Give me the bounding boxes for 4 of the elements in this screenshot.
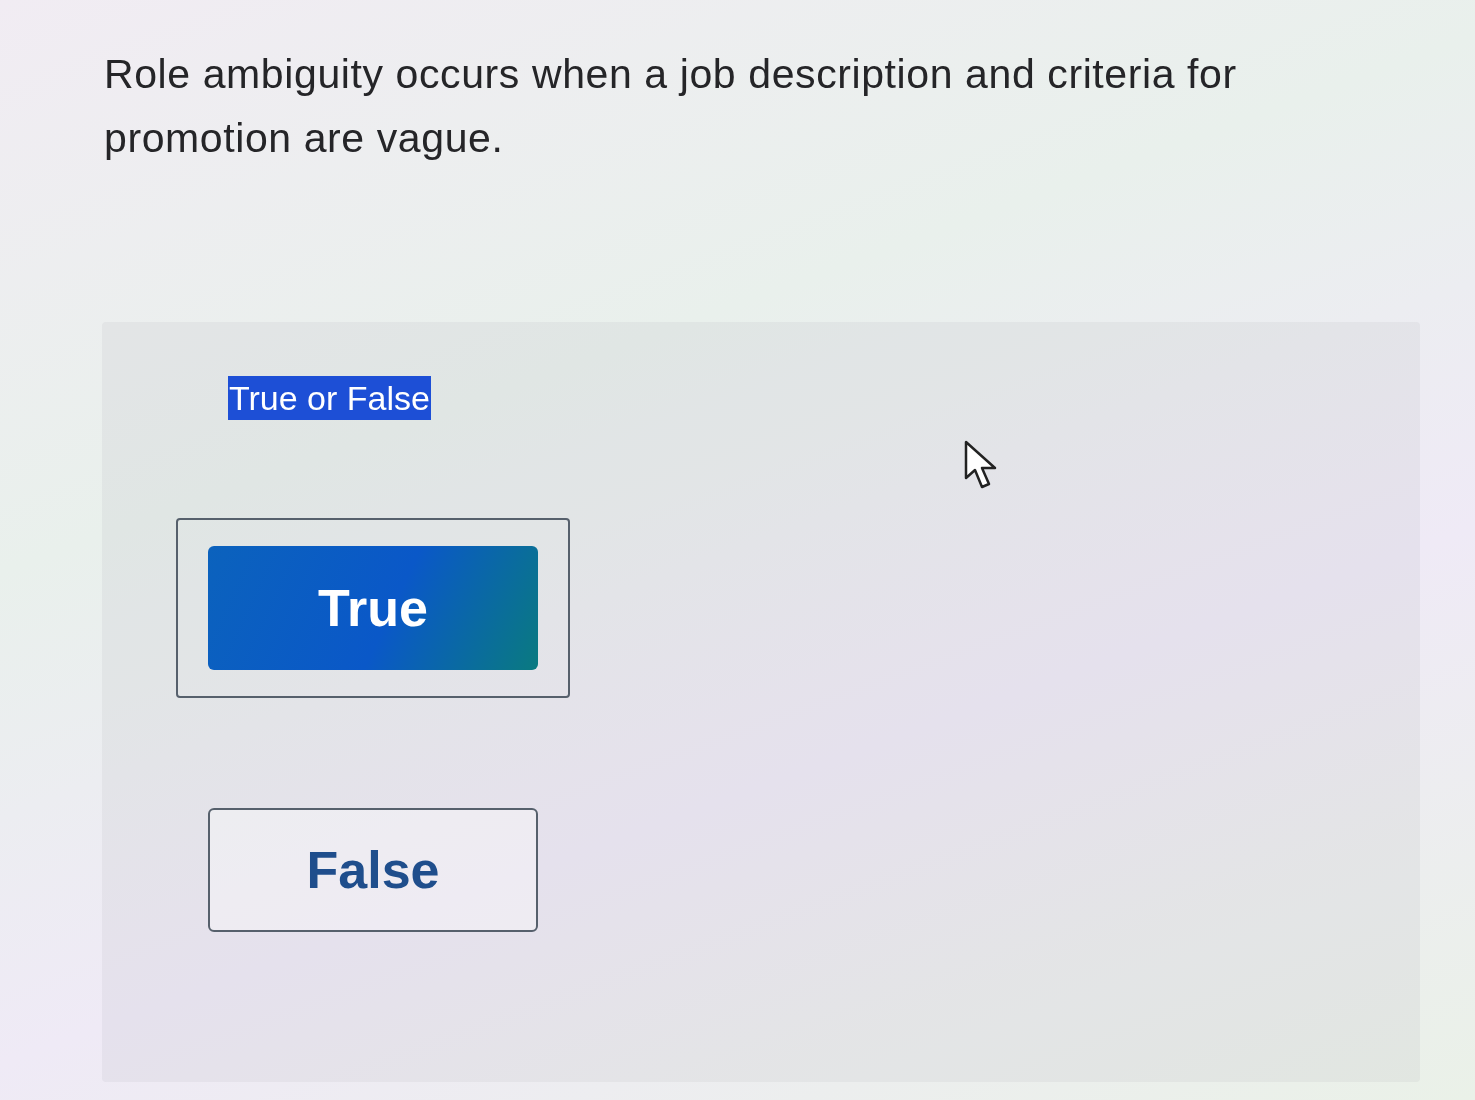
- answer-option-button[interactable]: True: [208, 546, 538, 670]
- question-text: Role ambiguity occurs when a job description and criteria for promotion are vague.: [104, 50, 1238, 163]
- prompt-label: True or False: [228, 376, 431, 420]
- answer-option-button[interactable]: False: [208, 808, 538, 932]
